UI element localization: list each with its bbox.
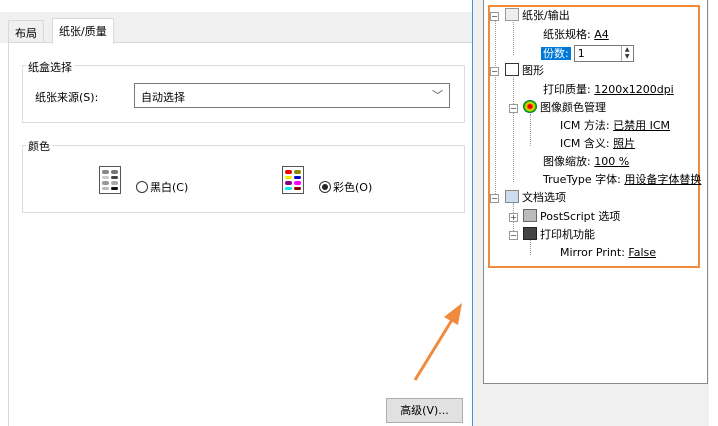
bw-document-icon (99, 166, 121, 194)
printer-document-icon (505, 190, 519, 203)
tab-paper-quality[interactable]: 纸张/质量 (52, 18, 114, 44)
color-group (22, 145, 465, 213)
paper-icon (505, 8, 519, 21)
color-radio[interactable]: 彩色(O) (319, 179, 372, 195)
tree-graphics[interactable]: 图形 (505, 63, 544, 79)
tree-truetype[interactable]: TrueType 字体: 用设备字体替换 (543, 172, 701, 188)
annotation-arrow (413, 303, 462, 381)
advanced-button[interactable]: 高级(V)... (386, 398, 463, 423)
tree-paper-output[interactable]: 纸张/输出 (505, 8, 570, 24)
chart-document-icon (505, 63, 519, 76)
tree-copies[interactable]: 份数: 1 ▲ ▼ (541, 45, 634, 62)
tree-scaling[interactable]: 图像缩放: 100 % (543, 154, 629, 170)
color-group-title: 颜色 (26, 138, 52, 154)
paper-source-label: 纸张来源(S): (35, 91, 99, 104)
tree-paper-size[interactable]: 纸张规格: A4 (543, 27, 609, 43)
collapse-icon[interactable]: − (490, 194, 499, 203)
paper-source-select[interactable]: 自动选择 ﹀ (134, 83, 450, 108)
collapse-icon[interactable]: − (490, 12, 499, 21)
tree-print-quality[interactable]: 打印质量: 1200x1200dpi (543, 82, 674, 98)
expand-icon[interactable]: + (509, 213, 518, 222)
tree-mirror-print[interactable]: Mirror Print: False (560, 245, 656, 261)
printer-features-icon (523, 227, 537, 240)
tree-icm-intent[interactable]: ICM 含义: 照片 (560, 136, 635, 152)
collapse-icon[interactable]: − (509, 104, 518, 113)
tree-doc-options[interactable]: 文档选项 (505, 190, 566, 206)
spin-arrows-icon[interactable]: ▲ ▼ (620, 46, 633, 61)
printer-icon (523, 209, 537, 222)
tree-postscript[interactable]: PostScript 选项 (523, 209, 620, 225)
collapse-icon[interactable]: − (509, 231, 518, 240)
color-target-icon (523, 100, 537, 113)
copies-stepper[interactable]: 1 ▲ ▼ (573, 45, 634, 62)
chevron-down-icon: ﹀ (432, 89, 443, 102)
tray-group-title: 纸盒选择 (26, 59, 74, 75)
tree-icm[interactable]: 图像颜色管理 (523, 100, 606, 116)
bw-radio[interactable]: 黑白(C) (136, 179, 188, 195)
collapse-icon[interactable]: − (490, 67, 499, 76)
tab-layout[interactable]: 布局 (8, 20, 44, 43)
tree-printer-features[interactable]: 打印机功能 (523, 227, 595, 243)
tree-icm-method[interactable]: ICM 方法: 已禁用 ICM (560, 118, 670, 134)
color-document-icon (282, 166, 304, 194)
